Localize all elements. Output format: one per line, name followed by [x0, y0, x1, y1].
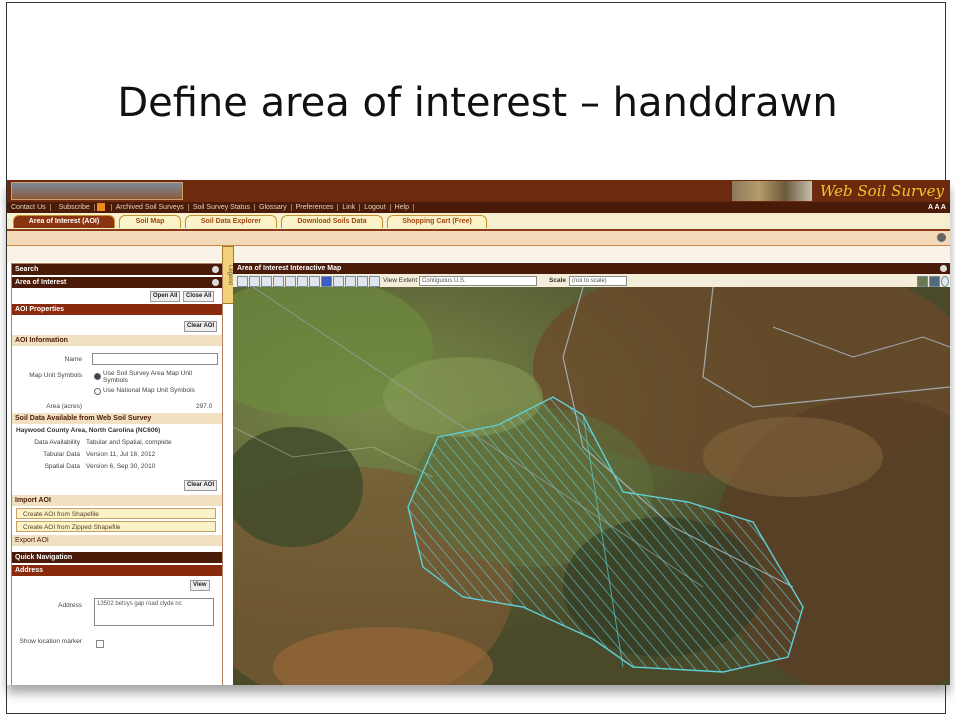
slide-title: Define area of interest – handdrawn [117, 80, 838, 126]
tab-strip [7, 231, 950, 246]
measure-icon[interactable] [357, 276, 368, 287]
availability-label: Data Availability [34, 439, 80, 446]
rss-icon[interactable] [96, 203, 105, 212]
header-photos [732, 181, 812, 201]
interactive-map[interactable] [233, 287, 950, 685]
aoi-information-header[interactable]: AOI Information [12, 335, 222, 346]
address-input[interactable]: 13502 betsys gap road clyde nc [94, 598, 214, 626]
collapse-icon[interactable] [212, 279, 219, 286]
spatial-label: Spatial Data [44, 463, 80, 470]
nav-subscribe[interactable]: Subscribe [50, 203, 112, 212]
nav-link[interactable]: Link [338, 204, 361, 211]
export-aoi-header[interactable]: Export AOI [12, 535, 222, 546]
import-aoi-header[interactable]: Import AOI [12, 495, 222, 506]
tabular-value: Version 11, Jul 16, 2012 [86, 451, 156, 458]
quick-navigation-header[interactable]: Quick Navigation [12, 552, 222, 563]
previous-extent-icon[interactable] [285, 276, 296, 287]
area-value: 297.0 [196, 403, 213, 410]
next-extent-icon[interactable] [297, 276, 308, 287]
aoi-properties-header[interactable]: AOI Properties [12, 304, 222, 315]
clear-aoi-button-2[interactable]: Clear AOI [184, 480, 218, 491]
brand-title: Web Soil Survey [819, 182, 944, 200]
nav-contact[interactable]: Contact Us [7, 204, 51, 211]
nav-glossary[interactable]: Glossary [255, 204, 292, 211]
nav-archived[interactable]: Archived Soil Surveys [111, 204, 189, 211]
nrcs-logo [11, 182, 183, 200]
availability-value: Tabular and Spatial, complete [86, 439, 172, 446]
text-size-control[interactable]: A A A [928, 202, 946, 213]
aerial-imagery[interactable] [233, 287, 950, 685]
aoi-rectangle-icon[interactable] [333, 276, 344, 287]
aoi-polygon-icon[interactable] [345, 276, 356, 287]
help-icon[interactable] [937, 233, 946, 242]
nav-help[interactable]: Help [390, 204, 415, 211]
show-marker-checkbox[interactable] [96, 640, 104, 648]
tab-soil-map[interactable]: Soil Map [119, 215, 181, 228]
nav-status[interactable]: Soil Survey Status [188, 204, 256, 211]
create-aoi-shapefile-link[interactable]: Create AOI from Shapefile [16, 508, 216, 519]
print-icon[interactable] [917, 276, 928, 287]
tab-bar: Area of Interest (AOI) Soil Map Soil Dat… [7, 213, 950, 231]
nav-logout[interactable]: Logout [360, 204, 391, 211]
radio-survey-symbols[interactable] [94, 373, 101, 380]
info-icon[interactable] [321, 276, 332, 287]
clear-icon[interactable] [369, 276, 380, 287]
map-toolbar: View Extent Contiguous U.S. Scale (not t… [233, 274, 950, 288]
address-header[interactable]: Address [12, 565, 222, 576]
full-extent-icon[interactable] [273, 276, 284, 287]
radio-1-label: Use Soil Survey Area Map Unit Symbols [103, 370, 193, 384]
map-help-icon[interactable] [941, 276, 949, 287]
survey-area-name: Haywood County Area, North Carolina (NC6… [16, 427, 161, 434]
tab-area-of-interest[interactable]: Area of Interest (AOI) [13, 215, 115, 228]
top-nav: Contact Us Subscribe Archived Soil Survey… [7, 202, 950, 213]
view-extent-label: View Extent [383, 277, 418, 284]
search-bar[interactable]: Search [12, 264, 222, 275]
radio-national-symbols[interactable] [94, 388, 101, 395]
area-label: Area (acres) [46, 403, 82, 410]
soil-data-available-header[interactable]: Soil Data Available from Web Soil Survey [12, 413, 222, 424]
spatial-value: Version 6, Sep 30, 2010 [86, 463, 156, 470]
name-input[interactable] [92, 353, 218, 365]
app-header: Web Soil Survey [7, 180, 950, 202]
tab-soil-data-explorer[interactable]: Soil Data Explorer [185, 215, 277, 228]
open-all-button[interactable]: Open All [150, 291, 181, 302]
create-aoi-zipped-link[interactable]: Create AOI from Zipped Shapefile [16, 521, 216, 532]
screenshot: Web Soil Survey Contact Us Subscribe Arch… [7, 180, 950, 685]
nav-preferences[interactable]: Preferences [291, 204, 339, 211]
scale-label: Scale [549, 277, 566, 284]
left-panel: Search Area of Interest Open All Close A… [11, 263, 223, 685]
map-collapse-icon[interactable] [940, 265, 947, 272]
view-button[interactable]: View [190, 580, 210, 591]
view-extent-select[interactable]: Contiguous U.S. [419, 276, 537, 286]
export-icon[interactable] [929, 276, 940, 287]
zoom-out-icon[interactable] [249, 276, 260, 287]
aoi-header[interactable]: Area of Interest [12, 277, 222, 288]
radio-2-label: Use National Map Unit Symbols [103, 387, 195, 394]
tab-download-soils-data[interactable]: Download Soils Data [281, 215, 383, 228]
scale-select[interactable]: (not to scale) [569, 276, 627, 286]
expand-icon[interactable] [212, 266, 219, 273]
close-all-button[interactable]: Close All [183, 291, 215, 302]
map-title-bar: Area of Interest Interactive Map [233, 263, 950, 274]
name-label: Name [64, 356, 82, 363]
zoom-in-icon[interactable] [237, 276, 248, 287]
tab-shopping-cart[interactable]: Shopping Cart (Free) [387, 215, 487, 228]
map-unit-label: Map Unit Symbols [29, 372, 82, 379]
address-label: Address [58, 602, 82, 609]
identify-icon[interactable] [309, 276, 320, 287]
clear-aoi-button[interactable]: Clear AOI [184, 321, 218, 332]
show-marker-label: Show location marker [19, 638, 83, 645]
pan-icon[interactable] [261, 276, 272, 287]
tabular-label: Tabular Data [43, 451, 80, 458]
